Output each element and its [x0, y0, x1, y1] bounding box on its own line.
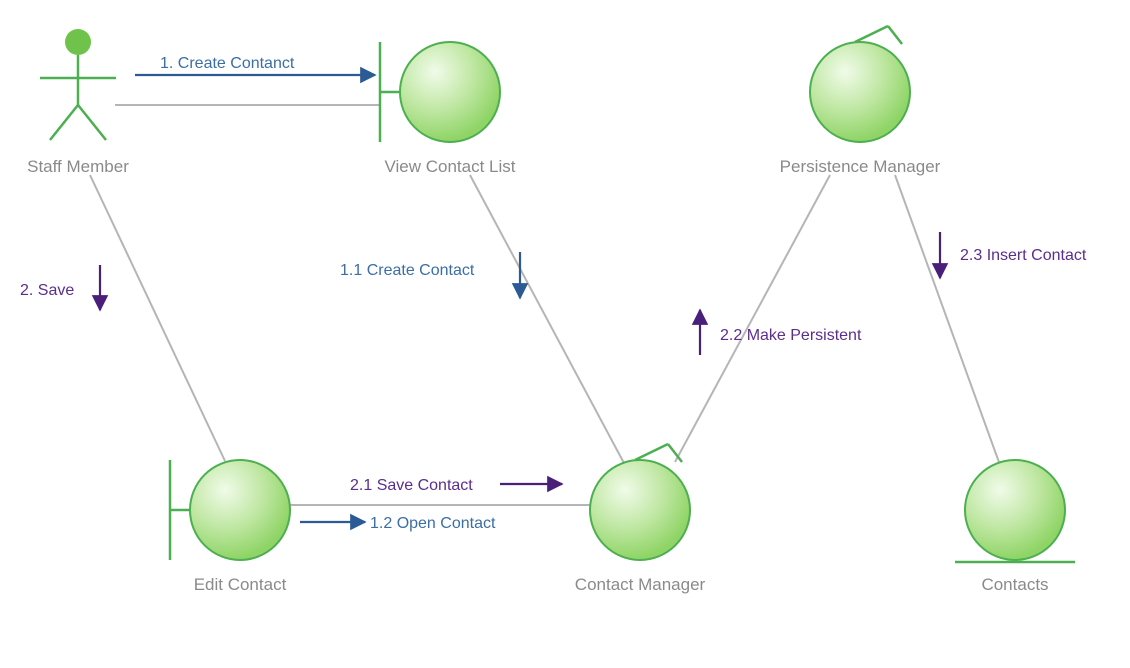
collaboration-diagram: 1. Create Contanct 1.1 Create Contact 2.…	[0, 0, 1130, 668]
staff-member-label: Staff Member	[27, 157, 129, 176]
msg-save-contact-text: 2.1 Save Contact	[350, 477, 473, 494]
control-circle-icon	[810, 42, 910, 142]
link-contactmgr-persist	[675, 175, 830, 462]
link-staff-edit	[90, 175, 225, 461]
link-persist-contacts	[895, 175, 1000, 465]
msg-save-text: 2. Save	[20, 282, 74, 299]
boundary-circle-icon	[400, 42, 500, 142]
msg-open-contact-text: 1.2 Open Contact	[370, 515, 496, 532]
view-contact-list-label: View Contact List	[384, 157, 515, 176]
actor-head-icon	[65, 29, 91, 55]
persistence-manager-label: Persistence Manager	[780, 157, 941, 176]
msg-insert-contact-text: 2.3 Insert Contact	[960, 247, 1087, 264]
node-persistence-manager	[810, 26, 910, 142]
boundary-circle-icon	[190, 460, 290, 560]
edit-contact-label: Edit Contact	[194, 575, 287, 594]
actor-staff-member	[40, 29, 116, 140]
node-contacts	[955, 460, 1075, 562]
link-viewlist-contactmgr	[470, 175, 625, 465]
contacts-label: Contacts	[981, 575, 1048, 594]
msg-create-contact-text: 1.1 Create Contact	[340, 262, 475, 279]
msg-make-persistent-text: 2.2 Make Persistent	[720, 327, 862, 344]
contact-manager-label: Contact Manager	[575, 575, 706, 594]
control-circle-icon	[590, 460, 690, 560]
entity-circle-icon	[965, 460, 1065, 560]
node-view-contact-list	[380, 42, 500, 142]
node-edit-contact	[170, 460, 290, 560]
msg-create-contanct-text: 1. Create Contanct	[160, 55, 295, 72]
